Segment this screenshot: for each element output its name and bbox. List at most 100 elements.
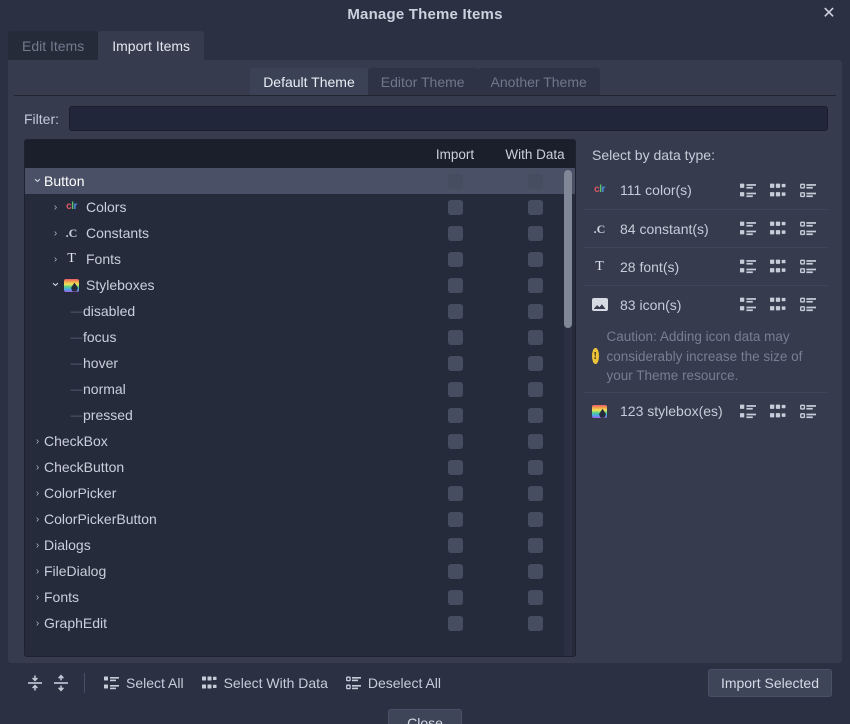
chevron-right-icon[interactable]: › [49,228,62,239]
tab-import-items[interactable]: Import Items [98,31,204,60]
import-checkbox-cell[interactable] [415,434,495,449]
tree-row[interactable]: ›Fonts [25,584,575,610]
select-all-button[interactable] [740,297,756,312]
with-data-checkbox-cell[interactable] [495,200,575,215]
tree-scrollbar-thumb[interactable] [564,170,572,328]
select-with-data-button[interactable] [770,259,786,274]
import-checkbox[interactable] [448,486,463,501]
tree-row[interactable]: —pressed [25,402,575,428]
tree-row[interactable]: ›CheckButton [25,454,575,480]
tab-another-theme[interactable]: Another Theme [478,68,600,95]
import-checkbox-cell[interactable] [415,538,495,553]
with-data-checkbox-cell[interactable] [495,252,575,267]
with-data-checkbox-cell[interactable] [495,408,575,423]
with-data-checkbox-cell[interactable] [495,304,575,319]
import-checkbox[interactable] [448,590,463,605]
tree-row[interactable]: —focus [25,324,575,350]
import-checkbox[interactable] [448,356,463,371]
with-data-checkbox-cell[interactable] [495,330,575,345]
with-data-checkbox[interactable] [528,538,543,553]
with-data-checkbox[interactable] [528,356,543,371]
window-close-icon[interactable]: ✕ [818,3,840,25]
select-with-data-button[interactable] [770,404,786,419]
deselect-all-button[interactable] [800,183,816,198]
expand-all-button[interactable] [48,670,74,696]
import-checkbox-cell[interactable] [415,356,495,371]
import-selected-button[interactable]: Import Selected [708,669,832,697]
chevron-right-icon[interactable]: › [31,618,44,629]
with-data-checkbox[interactable] [528,226,543,241]
tree-row[interactable]: ›TFonts [25,246,575,272]
tree-row[interactable]: ›CheckBox [25,428,575,454]
select-all-button[interactable] [740,221,756,236]
with-data-checkbox[interactable] [528,434,543,449]
tree-row[interactable]: ›ColorPickerButton [25,506,575,532]
tree-row[interactable]: ›ColorPicker [25,480,575,506]
import-checkbox[interactable] [448,330,463,345]
tree-row[interactable]: ›.CConstants [25,220,575,246]
deselect-all-button[interactable] [800,221,816,236]
import-checkbox-cell[interactable] [415,278,495,293]
with-data-checkbox-cell[interactable] [495,486,575,501]
chevron-right-icon[interactable]: › [31,514,44,525]
with-data-checkbox-cell[interactable] [495,434,575,449]
import-checkbox-cell[interactable] [415,408,495,423]
with-data-checkbox[interactable] [528,330,543,345]
filter-input[interactable] [69,106,828,131]
chevron-down-icon[interactable]: ⌄ [31,170,44,186]
chevron-right-icon[interactable]: › [49,254,62,265]
tree-row[interactable]: ›Dialogs [25,532,575,558]
tree-row[interactable]: —disabled [25,298,575,324]
tree-row[interactable]: ⌄Styleboxes [25,272,575,298]
tree-row[interactable]: ›FileDialog [25,558,575,584]
with-data-checkbox[interactable] [528,252,543,267]
deselect-all-button[interactable] [800,404,816,419]
import-checkbox[interactable] [448,460,463,475]
import-checkbox-cell[interactable] [415,200,495,215]
chevron-right-icon[interactable]: › [31,540,44,551]
close-button[interactable]: Close [388,709,462,724]
import-checkbox-cell[interactable] [415,616,495,631]
with-data-checkbox[interactable] [528,512,543,527]
select-all-button[interactable] [740,183,756,198]
import-checkbox[interactable] [448,434,463,449]
with-data-checkbox[interactable] [528,460,543,475]
import-checkbox[interactable] [448,408,463,423]
tree-row[interactable]: ›GraphEdit [25,610,575,636]
import-checkbox[interactable] [448,538,463,553]
with-data-checkbox-cell[interactable] [495,590,575,605]
import-checkbox-cell[interactable] [415,590,495,605]
chevron-right-icon[interactable]: › [31,592,44,603]
with-data-checkbox[interactable] [528,304,543,319]
import-checkbox-cell[interactable] [415,304,495,319]
collapse-all-button[interactable] [22,670,48,696]
import-checkbox-cell[interactable] [415,252,495,267]
select-with-data-button[interactable] [770,183,786,198]
import-checkbox-cell[interactable] [415,486,495,501]
with-data-checkbox-cell[interactable] [495,616,575,631]
tree-row[interactable]: —normal [25,376,575,402]
import-checkbox-cell[interactable] [415,174,495,189]
import-checkbox[interactable] [448,512,463,527]
select-with-data-button[interactable] [770,297,786,312]
import-checkbox-cell[interactable] [415,382,495,397]
chevron-down-icon[interactable]: ⌄ [49,274,62,290]
chevron-right-icon[interactable]: › [49,202,62,213]
tree-row[interactable]: ⌄Button [25,168,575,194]
chevron-right-icon[interactable]: › [31,462,44,473]
import-checkbox[interactable] [448,616,463,631]
import-checkbox[interactable] [448,304,463,319]
with-data-checkbox[interactable] [528,486,543,501]
import-checkbox[interactable] [448,200,463,215]
tab-default-theme[interactable]: Default Theme [250,68,368,95]
with-data-checkbox-cell[interactable] [495,564,575,579]
chevron-right-icon[interactable]: › [31,436,44,447]
with-data-checkbox-cell[interactable] [495,226,575,241]
with-data-checkbox-cell[interactable] [495,460,575,475]
deselect-all-button[interactable] [800,259,816,274]
with-data-checkbox-cell[interactable] [495,538,575,553]
select-with-data-button[interactable] [770,221,786,236]
chevron-right-icon[interactable]: › [31,488,44,499]
with-data-checkbox[interactable] [528,616,543,631]
import-checkbox-cell[interactable] [415,564,495,579]
